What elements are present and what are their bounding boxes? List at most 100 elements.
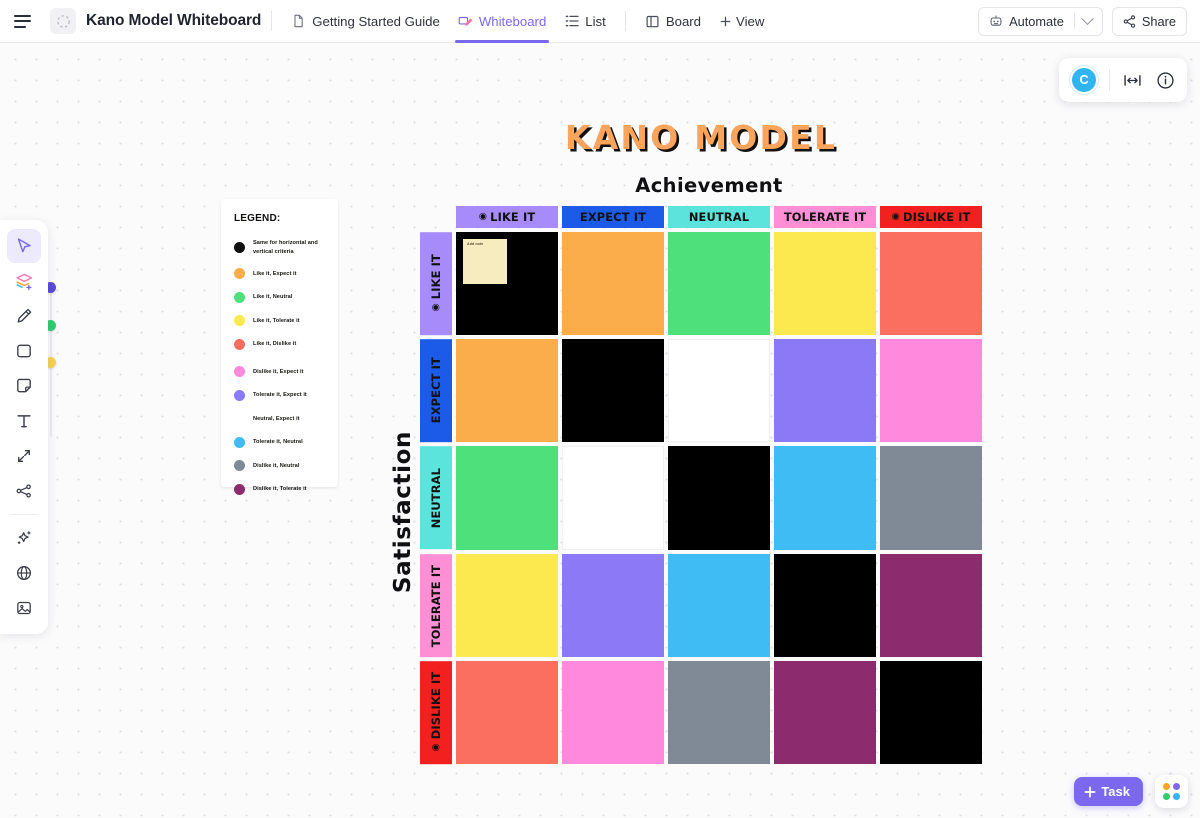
ai-tool[interactable]	[7, 521, 41, 555]
connector-tool[interactable]	[7, 439, 41, 473]
tab-label: Whiteboard	[478, 13, 547, 29]
matrix-cells: Add note	[456, 232, 982, 764]
flowchart-tool[interactable]	[7, 474, 41, 508]
view-tabs: Getting Started Guide Whiteboard List Bo…	[282, 0, 774, 43]
text-icon	[17, 415, 31, 428]
pen-tool[interactable]	[7, 299, 41, 333]
flowchart-icon	[16, 484, 31, 498]
matrix-cell-r1-c4[interactable]	[774, 232, 876, 336]
column-header-like-it[interactable]: ◉ LIKE IT	[456, 206, 558, 228]
apps-dot	[1173, 783, 1180, 790]
smiley-icon: ◉	[430, 302, 442, 314]
legend-item-label: Like it, Tolerate it	[253, 317, 300, 324]
apps-grid-icon[interactable]	[1155, 775, 1188, 808]
fit-to-width-icon[interactable]	[1121, 69, 1143, 91]
matrix-cell-r4-c3[interactable]	[668, 553, 770, 657]
column-header-tolerate-it[interactable]: TOLERATE IT	[774, 206, 876, 228]
row-header-tolerate-it[interactable]: TOLERATE IT	[420, 553, 452, 657]
matrix-cell-r2-c2[interactable]	[562, 339, 664, 443]
matrix-cell-r1-c1[interactable]: Add note	[456, 232, 558, 336]
row-header-label: EXPECT IT	[429, 357, 443, 424]
row-header-like-it[interactable]: ◉ LIKE IT	[420, 232, 452, 336]
matrix-cell-r3-c3[interactable]	[668, 446, 770, 550]
row-header-neutral[interactable]: NEUTRAL	[420, 446, 452, 550]
matrix-cell-r1-c3[interactable]	[668, 232, 770, 336]
row-header-dislike-it[interactable]: ◉ DISLIKE IT	[420, 660, 452, 765]
matrix-cell-r2-c1[interactable]	[456, 339, 558, 443]
sticky-note-tool[interactable]	[7, 369, 41, 403]
list-icon	[564, 14, 579, 29]
tab-whiteboard[interactable]: Whiteboard	[449, 0, 555, 43]
rectangle-tool[interactable]	[7, 334, 41, 368]
column-header-neutral[interactable]: NEUTRAL	[668, 206, 770, 228]
cursor-icon	[17, 238, 31, 253]
apps-dot	[1163, 793, 1170, 800]
add-view-label: View	[736, 13, 765, 29]
divider	[1073, 13, 1075, 29]
tab-list[interactable]: List	[555, 0, 615, 43]
text-tool[interactable]	[7, 404, 41, 438]
hamburger-icon[interactable]	[14, 10, 36, 32]
matrix-cell-r3-c4[interactable]	[774, 446, 876, 550]
matrix-cell-r3-c2[interactable]	[562, 446, 664, 550]
matrix-cell-r2-c5[interactable]	[880, 339, 982, 443]
chevron-down-icon[interactable]	[1080, 11, 1094, 25]
divider	[11, 514, 37, 515]
shapes-tool[interactable]	[7, 264, 41, 298]
matrix-cell-r4-c1[interactable]	[456, 553, 558, 657]
matrix-cell-r5-c5[interactable]	[880, 660, 982, 764]
automate-button[interactable]: Automate	[978, 6, 1103, 36]
embed-tool[interactable]	[7, 556, 41, 590]
matrix-cell-r4-c2[interactable]	[562, 553, 664, 657]
column-header-dislike-it[interactable]: ◉ DISLIKE IT	[880, 206, 982, 228]
share-button[interactable]: Share	[1111, 6, 1187, 36]
apps-dot	[1163, 783, 1170, 790]
legend-item-label: Dislike it, Neutral	[253, 462, 300, 469]
matrix-cell-r5-c3[interactable]	[668, 660, 770, 764]
row-header-expect-it[interactable]: EXPECT IT	[420, 339, 452, 443]
robot-icon	[990, 15, 1002, 26]
matrix-cell-r4-c5[interactable]	[880, 553, 982, 657]
legend-color-swatch	[234, 483, 245, 495]
matrix-cell-r4-c4[interactable]	[774, 553, 876, 657]
legend-color-swatch	[234, 315, 245, 327]
document-spinner-icon[interactable]	[50, 8, 76, 34]
matrix-cell-r2-c4[interactable]	[774, 339, 876, 443]
tab-board[interactable]: Board	[636, 0, 710, 43]
doc-icon	[291, 14, 306, 29]
column-header-expect-it[interactable]: EXPECT IT	[562, 206, 664, 228]
matrix-cell-r1-c5[interactable]	[880, 232, 982, 336]
image-tool[interactable]	[7, 591, 41, 625]
tab-getting-started-guide[interactable]: Getting Started Guide	[282, 0, 449, 43]
legend-item-label: Like it, Dislike it	[253, 341, 297, 348]
topbar-actions: Automate Share	[978, 6, 1187, 36]
globe-icon	[17, 566, 31, 580]
select-tool[interactable]	[7, 229, 41, 263]
row-header-label: DISLIKE IT	[429, 671, 443, 740]
matrix-cell-r3-c5[interactable]	[880, 446, 982, 550]
matrix-cell-r3-c1[interactable]	[456, 446, 558, 550]
kano-grid: Satisfaction ◉ LIKE IT EXPECT IT NEUTRAL…	[390, 206, 982, 765]
legend-item-label: Same for horizontal and vertical criteri…	[253, 240, 318, 255]
legend-item: Like it, Expect it	[234, 262, 328, 286]
matrix-cell-r5-c4[interactable]	[774, 660, 876, 764]
matrix-cell-r5-c1[interactable]	[456, 660, 558, 764]
pen-icon	[17, 308, 32, 323]
info-icon[interactable]	[1154, 69, 1176, 91]
share-label: Share	[1141, 13, 1176, 29]
tool-rail	[0, 220, 48, 634]
top-bar: Kano Model Whiteboard Getting Started Gu…	[0, 0, 1200, 43]
tab-label: Getting Started Guide	[312, 13, 440, 29]
matrix-cell-r1-c2[interactable]	[562, 232, 664, 336]
legend-item-label: Like it, Neutral	[253, 294, 293, 301]
add-task-button[interactable]: Task	[1074, 777, 1143, 806]
matrix-cell-r2-c3[interactable]	[668, 339, 770, 443]
legend-color-swatch	[234, 460, 245, 472]
legend-item-label: Neutral, Expect it	[253, 415, 300, 422]
apps-dot	[1173, 793, 1180, 800]
whiteboard-canvas[interactable]: C LEGEND: Same for horizontal and vertic…	[0, 43, 1200, 818]
matrix-cell-r5-c2[interactable]	[562, 660, 664, 764]
add-view-button[interactable]: View	[710, 14, 774, 29]
sticky-note[interactable]: Add note	[463, 239, 507, 284]
avatar[interactable]: C	[1070, 66, 1098, 94]
